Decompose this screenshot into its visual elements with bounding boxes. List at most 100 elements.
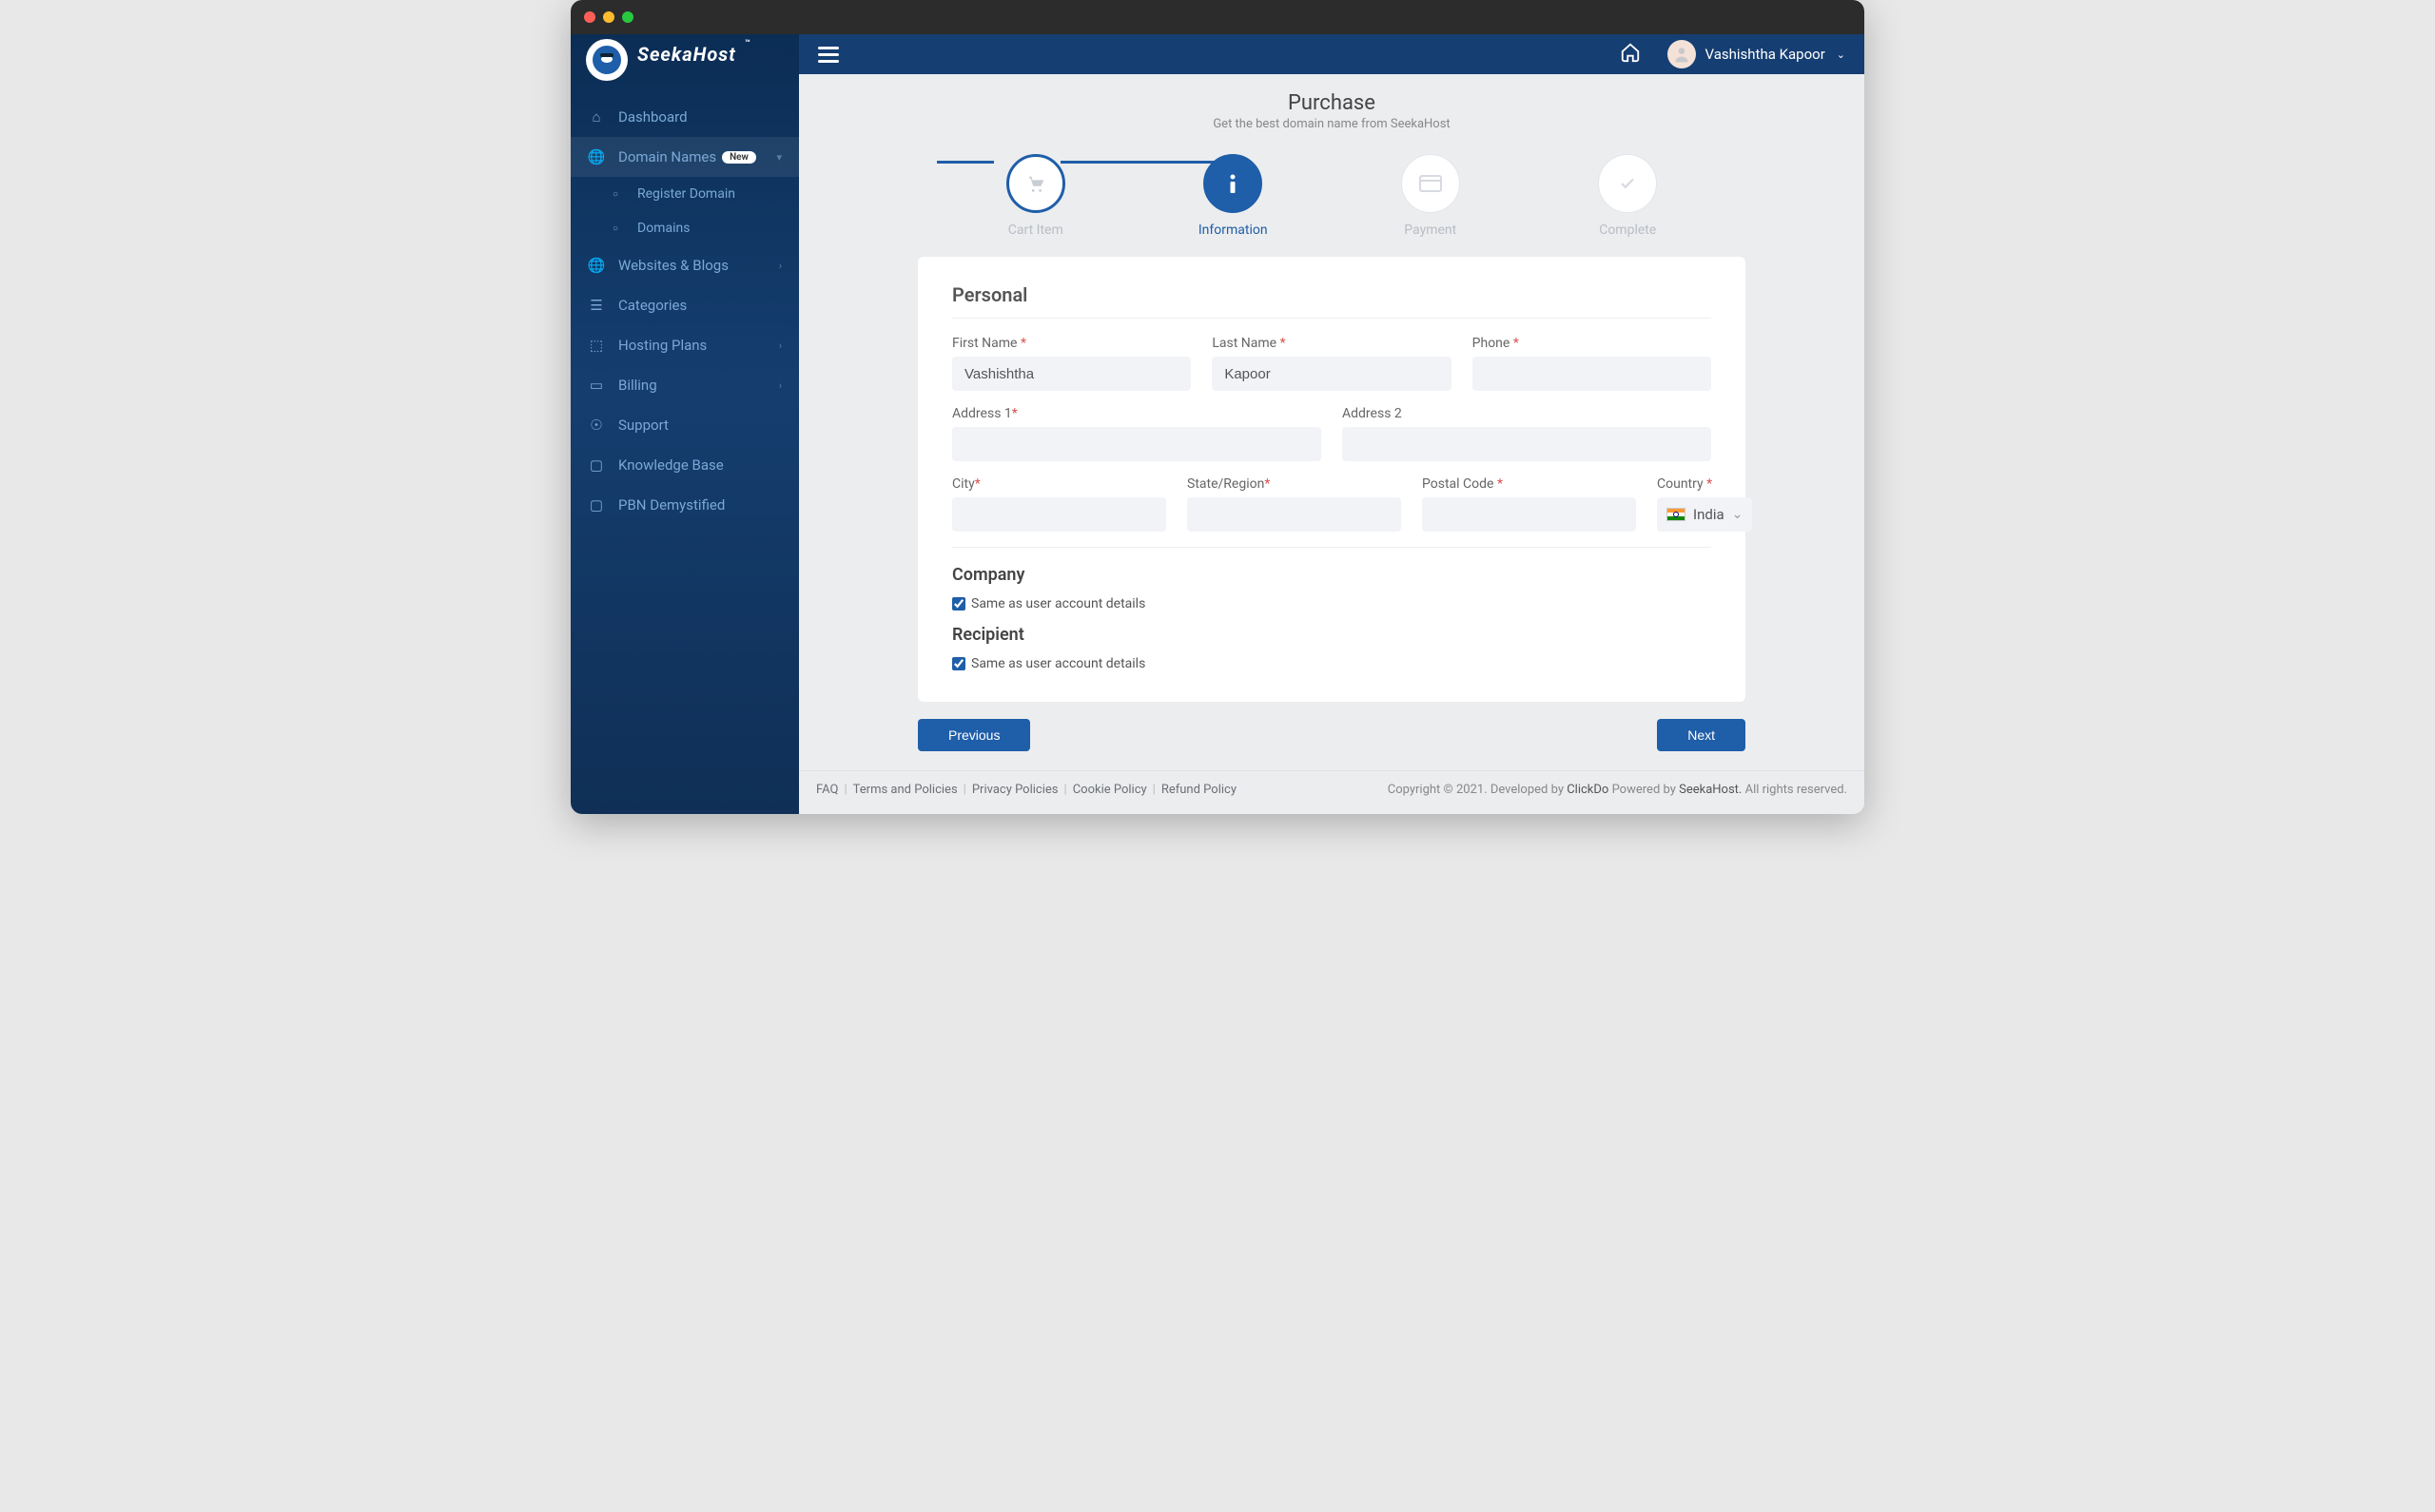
country-value: India: [1693, 506, 1724, 523]
step-information[interactable]: Information: [1135, 154, 1333, 238]
address1-input[interactable]: [952, 427, 1321, 461]
sidebar-item-label: Hosting Plans: [618, 337, 707, 354]
sidebar-item-hosting[interactable]: ⬚ Hosting Plans ›: [571, 325, 799, 365]
window-close-button[interactable]: [584, 11, 595, 23]
checkbox-input[interactable]: [952, 657, 965, 670]
circle-icon: ○: [607, 223, 624, 234]
cart-icon: [1006, 154, 1065, 213]
chevron-down-icon: ⌄: [1837, 48, 1845, 61]
sidebar-item-register-domain[interactable]: ○ Register Domain: [590, 177, 799, 211]
step-cart[interactable]: Cart Item: [937, 154, 1135, 238]
sidebar-item-knowledge[interactable]: ▢ Knowledge Base: [571, 445, 799, 485]
sidebar-item-label: Websites & Blogs: [618, 257, 729, 274]
step-label: Complete: [1599, 223, 1656, 238]
page-heading: Purchase Get the best domain name from S…: [799, 91, 1864, 131]
sidebar-item-billing[interactable]: ▭ Billing ›: [571, 365, 799, 405]
country-select[interactable]: India ⌄: [1657, 497, 1752, 532]
home-icon: ⌂: [588, 108, 605, 126]
state-input[interactable]: [1187, 497, 1401, 532]
footer-link-privacy[interactable]: Privacy Policies: [972, 783, 1059, 797]
checkbox-label: Same as user account details: [971, 596, 1145, 611]
window-zoom-button[interactable]: [622, 11, 633, 23]
previous-button[interactable]: Previous: [918, 719, 1030, 751]
info-icon: [1203, 154, 1262, 213]
book-icon: ▢: [588, 456, 605, 474]
sidebar-item-domains[interactable]: ○ Domains: [590, 211, 799, 245]
label-postal: Postal Code *: [1422, 476, 1636, 492]
label-country: Country *: [1657, 476, 1752, 492]
user-menu[interactable]: Vashishtha Kapoor ⌄: [1667, 40, 1845, 68]
monitor-icon: ▢: [588, 496, 605, 514]
step-complete[interactable]: Complete: [1529, 154, 1727, 238]
sidebar-item-support[interactable]: ☉ Support: [571, 405, 799, 445]
checkbox-input[interactable]: [952, 597, 965, 611]
username-label: Vashishtha Kapoor: [1705, 46, 1825, 63]
button-row: Previous Next: [918, 719, 1745, 751]
chevron-down-icon: ⌄: [1732, 507, 1743, 522]
app-window: SeekaHost™ ⌂ Dashboard 🌐 Domain Names Ne…: [571, 0, 1864, 814]
label-last-name: Last Name *: [1212, 336, 1451, 351]
label-address2: Address 2: [1342, 406, 1711, 421]
sidebar-item-label: Dashboard: [618, 108, 688, 126]
lifebuoy-icon: ☉: [588, 417, 605, 434]
main: Vashishtha Kapoor ⌄ Purchase Get the bes…: [799, 34, 1864, 814]
postal-input[interactable]: [1422, 497, 1636, 532]
footer-link-cookie[interactable]: Cookie Policy: [1073, 783, 1147, 797]
page-subtitle: Get the best domain name from SeekaHost: [799, 117, 1864, 131]
chevron-right-icon: ›: [779, 379, 782, 392]
sidebar: SeekaHost™ ⌂ Dashboard 🌐 Domain Names Ne…: [571, 34, 799, 814]
checkbox-company-same[interactable]: Same as user account details: [952, 596, 1711, 611]
checkbox-label: Same as user account details: [971, 656, 1145, 671]
footer-link-terms[interactable]: Terms and Policies: [853, 783, 958, 797]
label-city: City*: [952, 476, 1166, 492]
chevron-down-icon: ▾: [776, 151, 782, 164]
first-name-input[interactable]: [952, 357, 1191, 391]
step-payment[interactable]: Payment: [1332, 154, 1529, 238]
topbar: Vashishtha Kapoor ⌄: [799, 34, 1864, 74]
footer: FAQ| Terms and Policies| Privacy Policie…: [799, 770, 1864, 808]
home-icon[interactable]: [1620, 42, 1641, 67]
sidebar-item-categories[interactable]: ☰ Categories: [571, 285, 799, 325]
sidebar-item-websites[interactable]: 🌐 Websites & Blogs ›: [571, 245, 799, 285]
step-label: Information: [1198, 223, 1268, 238]
hamburger-button[interactable]: [818, 47, 839, 63]
sidebar-item-label: Categories: [618, 297, 687, 314]
sidebar-sub-domain: ○ Register Domain ○ Domains: [571, 177, 799, 245]
address2-input[interactable]: [1342, 427, 1711, 461]
last-name-input[interactable]: [1212, 357, 1451, 391]
next-button[interactable]: Next: [1657, 719, 1745, 751]
list-icon: ☰: [588, 297, 605, 314]
chevron-right-icon: ›: [779, 339, 782, 352]
section-title-personal: Personal: [952, 283, 1711, 306]
label-phone: Phone *: [1472, 336, 1711, 351]
globe-icon: 🌐: [588, 257, 605, 274]
section-title-recipient: Recipient: [952, 625, 1711, 645]
sidebar-item-label: Knowledge Base: [618, 456, 724, 474]
city-input[interactable]: [952, 497, 1166, 532]
globe-icon: 🌐: [588, 148, 605, 165]
new-badge: New: [722, 151, 756, 164]
circle-icon: ○: [607, 189, 624, 200]
sidebar-item-dashboard[interactable]: ⌂ Dashboard: [571, 97, 799, 137]
brand-name: SeekaHost™: [637, 43, 736, 66]
phone-input[interactable]: [1472, 357, 1711, 391]
card-icon: ▭: [588, 377, 605, 394]
content: Purchase Get the best domain name from S…: [799, 74, 1864, 814]
stepper: Cart Item Information Payment: [937, 131, 1726, 247]
brand-logo-icon: [586, 39, 628, 81]
label-state: State/Region*: [1187, 476, 1401, 492]
flag-india-icon: [1666, 508, 1685, 521]
brand[interactable]: SeekaHost™: [571, 34, 799, 74]
sidebar-item-label: Domain Names: [618, 148, 716, 165]
sidebar-item-domain-names[interactable]: 🌐 Domain Names New ▾: [571, 137, 799, 177]
step-label: Payment: [1404, 223, 1456, 238]
label-first-name: First Name *: [952, 336, 1191, 351]
footer-link-refund[interactable]: Refund Policy: [1161, 783, 1237, 797]
chevron-right-icon: ›: [779, 260, 782, 272]
checkbox-recipient-same[interactable]: Same as user account details: [952, 656, 1711, 671]
window-minimize-button[interactable]: [603, 11, 614, 23]
sidebar-item-pbn[interactable]: ▢ PBN Demystified: [571, 485, 799, 525]
sidebar-item-label: PBN Demystified: [618, 496, 725, 514]
footer-link-faq[interactable]: FAQ: [816, 783, 838, 797]
section-title-company: Company: [952, 565, 1711, 585]
